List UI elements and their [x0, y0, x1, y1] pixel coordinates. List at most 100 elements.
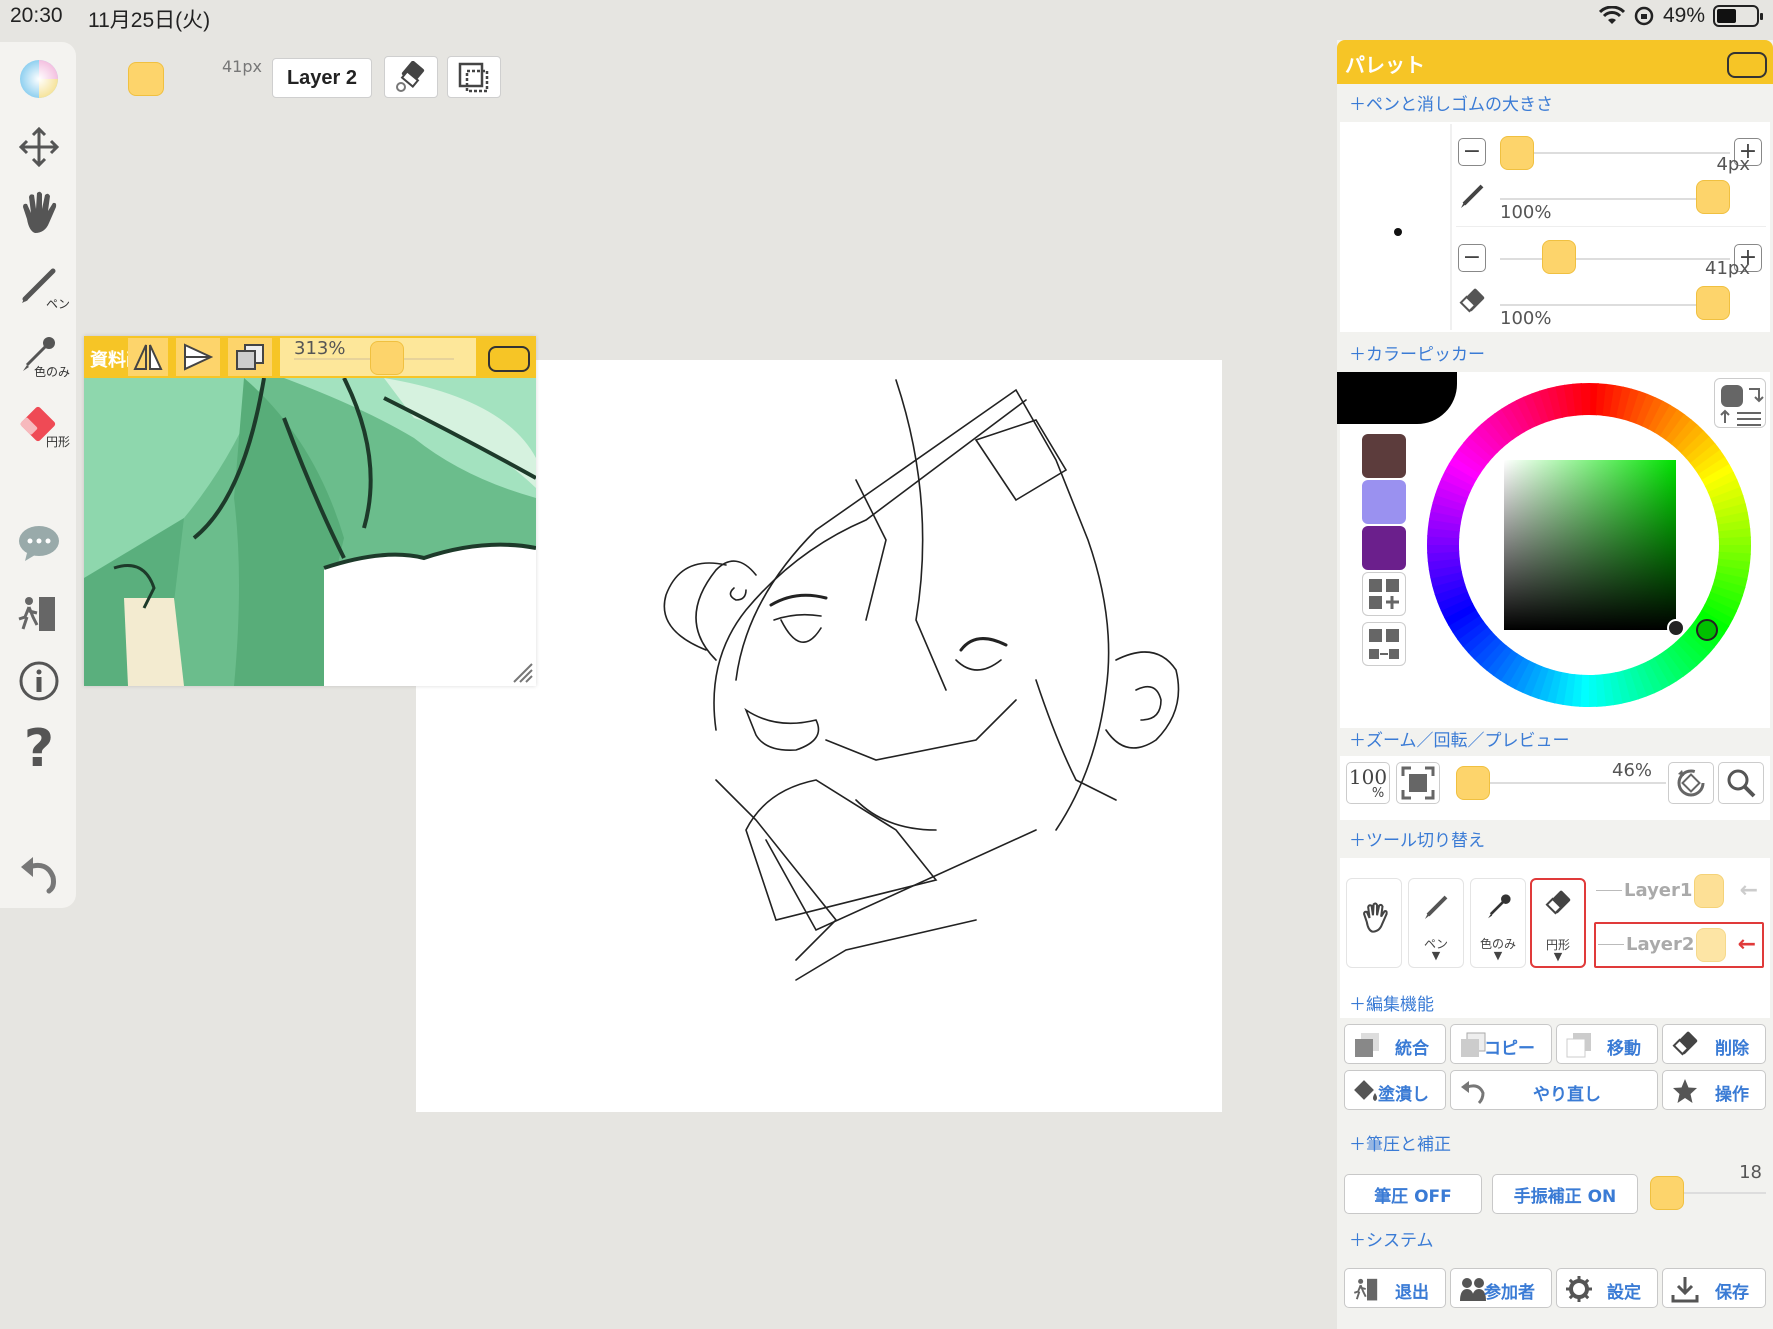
hue-ring-segment[interactable] — [1602, 383, 1616, 417]
fill-button[interactable]: 塗潰し — [1344, 1070, 1446, 1110]
layer-1-opacity-knob[interactable] — [1694, 874, 1724, 908]
layer-2-opacity-knob[interactable] — [1696, 928, 1726, 962]
hue-ring-segment[interactable] — [1553, 671, 1569, 706]
section-zoom[interactable]: ＋ズーム／回転／プレビュー — [1349, 726, 1570, 751]
hue-ring-segment[interactable] — [1629, 390, 1649, 425]
hue-ring-segment[interactable] — [1653, 404, 1679, 437]
pen-tool-button[interactable]: ペン — [8, 254, 70, 316]
reference-header[interactable]: 資料画像 313% — [84, 336, 536, 378]
info-button[interactable] — [8, 650, 70, 712]
delete-button[interactable]: 削除 — [1662, 1024, 1766, 1064]
hue-ring-segment[interactable] — [1563, 383, 1577, 417]
hue-ring-segment[interactable] — [1670, 419, 1699, 450]
hue-ring-segment[interactable] — [1634, 663, 1655, 697]
move-layer-button[interactable]: 移動 — [1556, 1024, 1658, 1064]
save-button[interactable]: 保存 — [1662, 1268, 1766, 1308]
hue-ring-segment[interactable] — [1680, 631, 1710, 661]
resize-grip-icon[interactable] — [510, 660, 534, 684]
section-pressure[interactable]: ＋筆圧と補正 — [1349, 1130, 1451, 1155]
hue-ring-segment[interactable] — [1500, 404, 1526, 437]
color-wheel[interactable] — [1424, 380, 1754, 710]
hue-ring-segment[interactable] — [1694, 449, 1726, 476]
hue-ring-segment[interactable] — [1712, 494, 1746, 513]
hue-ring-segment[interactable] — [1444, 602, 1477, 626]
help-button[interactable]: ? — [8, 718, 70, 780]
hue-ring-segment[interactable] — [1669, 641, 1698, 672]
hue-ring-segment[interactable] — [1640, 660, 1663, 694]
pen-size-minus-button[interactable]: − — [1458, 138, 1486, 166]
hue-ring-segment[interactable] — [1675, 636, 1704, 667]
hue-ring-segment[interactable] — [1515, 396, 1538, 430]
chat-button[interactable] — [8, 512, 70, 574]
hue-ring-segment[interactable] — [1453, 448, 1485, 475]
reference-zoom-slider[interactable]: 313% — [280, 338, 476, 376]
hue-ring-segment[interactable] — [1514, 660, 1537, 693]
eraser-size-knob[interactable] — [1542, 240, 1576, 274]
hue-ring-segment[interactable] — [1427, 518, 1461, 532]
hue-ring-segment[interactable] — [1474, 423, 1503, 454]
hue-ring-segment[interactable] — [1448, 455, 1481, 481]
tool-eyedropper-button[interactable]: 色のみ ▼ — [1470, 878, 1526, 968]
flip-vertical-button[interactable] — [176, 338, 220, 376]
hue-ring-segment[interactable] — [1700, 603, 1734, 628]
hue-ring-segment[interactable] — [1627, 666, 1648, 700]
hue-ring-segment[interactable] — [1462, 625, 1493, 654]
hue-ring-segment[interactable] — [1428, 564, 1462, 579]
reference-zoom-knob[interactable] — [370, 341, 404, 375]
hue-ring-segment[interactable] — [1707, 479, 1741, 500]
hue-ring-segment[interactable] — [1434, 485, 1469, 505]
hue-ring-segment[interactable] — [1635, 393, 1657, 427]
section-edit[interactable]: ＋編集機能 — [1349, 990, 1434, 1015]
hue-ring-segment[interactable] — [1480, 418, 1509, 449]
hue-ring-segment[interactable] — [1601, 673, 1615, 707]
undo-button[interactable] — [8, 842, 70, 904]
stabilizer-toggle-button[interactable]: 手振補正 ON — [1492, 1174, 1638, 1214]
flip-horizontal-button[interactable] — [128, 338, 168, 376]
hue-ring-segment[interactable] — [1537, 668, 1556, 702]
palette-close-button[interactable] — [1727, 52, 1767, 78]
hue-ring-segment[interactable] — [1665, 413, 1693, 445]
hue-ring-segment[interactable] — [1704, 471, 1738, 494]
operation-button[interactable]: 操作 — [1662, 1070, 1766, 1110]
hue-ring-segment[interactable] — [1508, 400, 1532, 433]
hue-ring-segment[interactable] — [1523, 393, 1544, 427]
hue-ring-segment[interactable] — [1714, 503, 1748, 520]
hue-ring-segment[interactable] — [1547, 386, 1564, 420]
redo-button[interactable]: やり直し — [1450, 1070, 1658, 1110]
tool-hand-button[interactable] — [1346, 878, 1402, 968]
hue-ring-segment[interactable] — [1647, 400, 1672, 434]
color-swatch[interactable] — [1362, 434, 1406, 478]
exit-button[interactable] — [8, 582, 70, 644]
move-button[interactable] — [8, 116, 70, 178]
palette-header[interactable]: パレット — [1337, 40, 1773, 84]
pressure-toggle-button[interactable]: 筆圧 OFF — [1344, 1174, 1482, 1214]
hue-ring-segment[interactable] — [1430, 501, 1464, 519]
hue-ring-segment[interactable] — [1664, 645, 1691, 677]
hue-ring-segment[interactable] — [1530, 390, 1551, 424]
hue-ring-segment[interactable] — [1697, 456, 1730, 482]
hue-ring-segment[interactable] — [1457, 441, 1489, 469]
pen-size-knob[interactable] — [1500, 136, 1534, 170]
hue-ring-segment[interactable] — [1473, 636, 1503, 666]
hue-ring-segment[interactable] — [1432, 493, 1466, 512]
eyedropper-tool-button[interactable]: 色のみ — [8, 322, 70, 384]
hue-ring-segment[interactable] — [1615, 386, 1633, 420]
reference-image-window[interactable]: 資料画像 313% — [84, 336, 536, 686]
hue-ring-segment[interactable] — [1608, 672, 1623, 706]
reference-close-button[interactable] — [488, 346, 530, 372]
hue-ring-segment[interactable] — [1614, 670, 1631, 704]
layer-row-1[interactable]: Layer1 ← — [1594, 874, 1764, 920]
hue-ring-segment[interactable] — [1595, 383, 1608, 416]
hue-ring-segment[interactable] — [1468, 429, 1498, 459]
pen-opacity-knob[interactable] — [1696, 180, 1730, 214]
hue-ring-segment[interactable] — [1562, 673, 1576, 707]
color-indicator[interactable] — [128, 62, 164, 96]
hue-ring-segment[interactable] — [1427, 550, 1460, 562]
hue-ring-segment[interactable] — [1538, 388, 1557, 422]
hand-button[interactable] — [8, 182, 70, 244]
hue-ring-segment[interactable] — [1621, 668, 1640, 702]
hue-ring-segment[interactable] — [1452, 614, 1484, 641]
hue-ring-segment[interactable] — [1675, 424, 1705, 454]
eraser-settings-button[interactable] — [384, 56, 438, 98]
hue-ring-segment[interactable] — [1441, 470, 1474, 493]
